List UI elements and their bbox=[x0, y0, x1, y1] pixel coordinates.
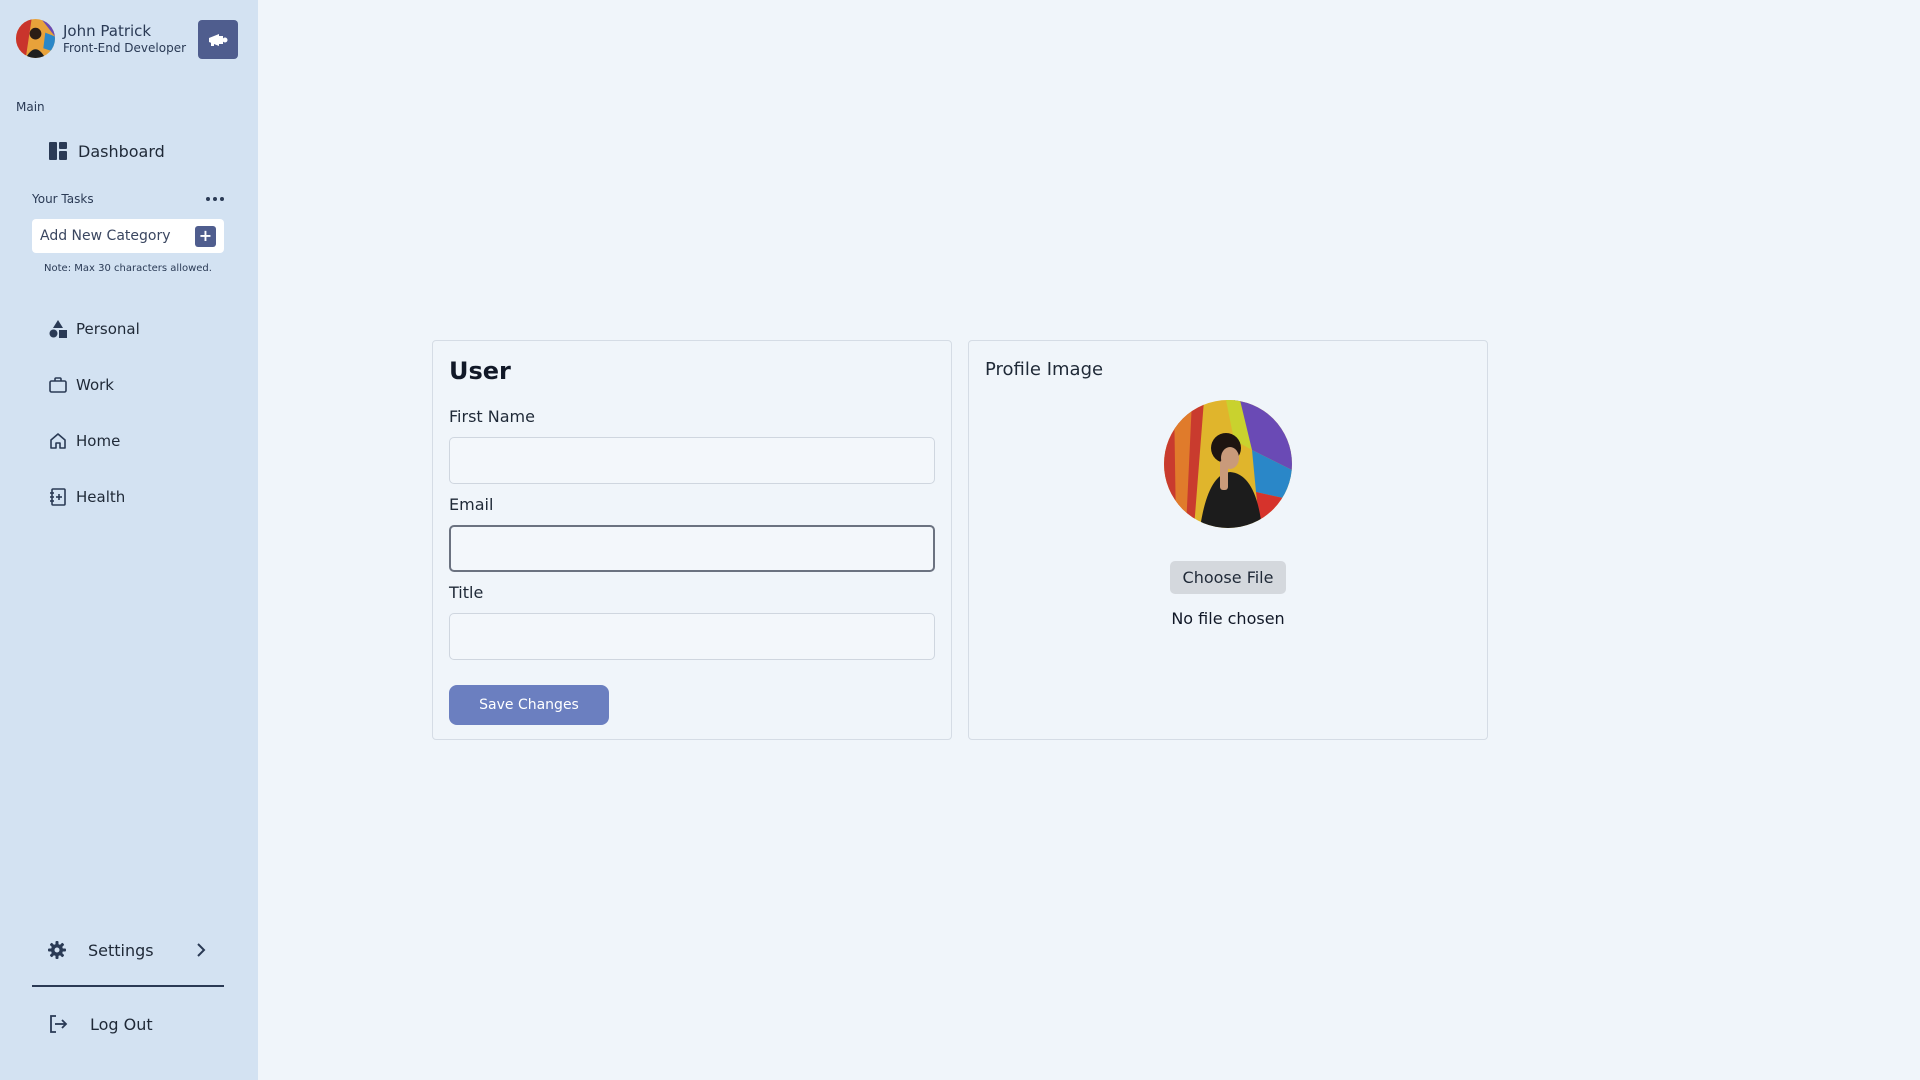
settings-label: Settings bbox=[88, 940, 154, 960]
sidebar: John Patrick Front-End Developer Main Da… bbox=[0, 0, 258, 1080]
settings-button[interactable]: Settings bbox=[48, 939, 206, 961]
file-status: No file chosen bbox=[1171, 609, 1285, 628]
sidebar-item-work[interactable]: Work bbox=[49, 374, 114, 396]
first-name-field[interactable] bbox=[449, 437, 935, 484]
add-category-button[interactable]: + bbox=[195, 225, 216, 247]
sidebar-item-label: Health bbox=[76, 488, 126, 506]
notebook-plus-icon bbox=[50, 488, 66, 506]
email-field[interactable] bbox=[449, 525, 935, 572]
save-changes-button[interactable]: Save Changes bbox=[449, 685, 609, 725]
email-label: Email bbox=[449, 495, 494, 514]
logout-label: Log Out bbox=[90, 1014, 153, 1034]
first-name-label: First Name bbox=[449, 407, 535, 426]
sidebar-item-label: Personal bbox=[76, 320, 140, 338]
section-main-label: Main bbox=[16, 100, 45, 114]
title-label: Title bbox=[449, 583, 484, 602]
sidebar-item-label: Work bbox=[76, 376, 114, 394]
collapse-sidebar-button[interactable] bbox=[198, 20, 238, 59]
house-icon bbox=[50, 433, 66, 449]
logout-icon bbox=[50, 1015, 68, 1033]
profile-image-title: Profile Image bbox=[985, 359, 1104, 380]
tasks-header: Your Tasks bbox=[32, 192, 224, 206]
user-form-title: User bbox=[449, 357, 511, 385]
nav-dashboard-label: Dashboard bbox=[78, 141, 165, 161]
profile-image-card: Profile Image Choose File No file chosen bbox=[968, 340, 1488, 740]
category-note: Note: Max 30 characters allowed. bbox=[44, 263, 212, 274]
more-options-icon[interactable] bbox=[206, 197, 224, 201]
shapes-icon bbox=[49, 320, 67, 338]
profile-avatar bbox=[1164, 400, 1292, 528]
gear-icon bbox=[48, 941, 66, 959]
sidebar-item-home[interactable]: Home bbox=[49, 430, 120, 452]
sidebar-item-health[interactable]: Health bbox=[49, 486, 125, 508]
logout-button[interactable]: Log Out bbox=[48, 1012, 153, 1036]
megaphone-icon bbox=[209, 33, 228, 46]
add-category-placeholder: Add New Category bbox=[40, 228, 171, 244]
user-name: John Patrick bbox=[63, 21, 152, 40]
user-form-card: User First Name Email Title Save Changes bbox=[432, 340, 952, 740]
nav-dashboard[interactable]: Dashboard bbox=[49, 139, 165, 163]
user-profile: John Patrick Front-End Developer bbox=[16, 19, 186, 58]
user-role: Front-End Developer bbox=[63, 40, 187, 55]
avatar bbox=[16, 19, 55, 58]
dashboard-icon bbox=[49, 142, 67, 160]
title-field[interactable] bbox=[449, 613, 935, 660]
sidebar-item-personal[interactable]: Personal bbox=[49, 318, 140, 340]
tasks-label: Your Tasks bbox=[32, 192, 94, 206]
choose-file-button[interactable]: Choose File bbox=[1170, 561, 1286, 594]
briefcase-icon bbox=[49, 377, 67, 393]
chevron-right-icon bbox=[197, 943, 206, 957]
sidebar-divider bbox=[32, 985, 224, 987]
sidebar-item-label: Home bbox=[76, 432, 121, 450]
add-category-input[interactable]: Add New Category + bbox=[32, 219, 224, 253]
